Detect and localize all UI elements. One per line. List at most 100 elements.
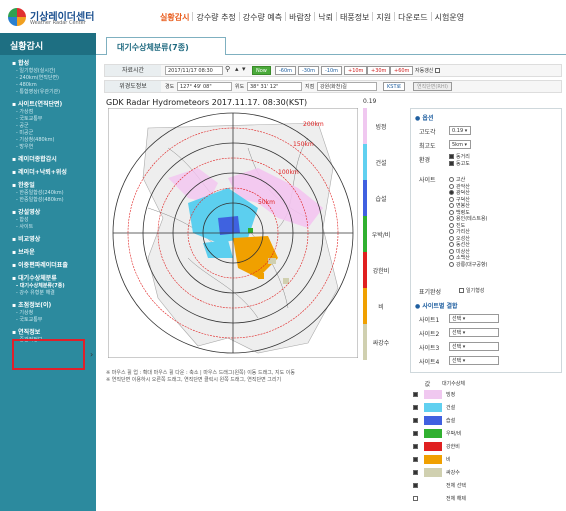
sidebar-item[interactable]: - 합성 [12, 217, 96, 224]
sidebar-item[interactable]: - 미공군 [12, 130, 96, 137]
sidebar-item[interactable]: - 가상점 [12, 109, 96, 116]
sidebar-item[interactable]: - 공군 [12, 123, 96, 130]
site-logo[interactable]: 기상레이더센터 Weather Radar Center [8, 7, 128, 29]
nav-item[interactable]: 실황감시 [160, 12, 189, 23]
step-plus-30-button[interactable]: +30m [367, 66, 391, 75]
class-checkbox[interactable] [413, 431, 418, 436]
class-row[interactable]: 우박/비 [413, 427, 561, 440]
sidebar-group-label[interactable]: ▪ 레이더+낙뢰+위성 [12, 168, 96, 177]
class-row[interactable]: 비 [413, 453, 561, 466]
class-checkbox[interactable] [413, 457, 418, 462]
radio-icon[interactable] [449, 183, 454, 189]
sidebar-group-label[interactable]: ▪ 초점정보(이) [12, 301, 96, 310]
site-radio[interactable]: 강릉(대구공항) [449, 261, 488, 269]
nav-item[interactable]: 바람장 [289, 12, 311, 23]
radio-icon[interactable] [449, 255, 454, 260]
sidebar-item[interactable]: - 기상청(480km) [12, 137, 96, 144]
compare-option[interactable]: 일기형성 [459, 287, 484, 294]
sidebar-item[interactable]: - 방우연 [12, 144, 96, 151]
step-plus-60-button[interactable]: +60m [390, 66, 414, 75]
sidebar-group-label[interactable]: ▪ 합성 [12, 59, 96, 68]
sidebar-item[interactable]: - 일기형성(실시간) [12, 68, 96, 75]
sidebar-item[interactable]: - 기상청 [12, 310, 96, 317]
class-row[interactable]: 습설 [413, 414, 561, 427]
radio-icon[interactable] [449, 261, 454, 267]
class-row[interactable]: 빙정 [413, 388, 561, 401]
radio-icon[interactable] [449, 196, 454, 202]
class-checkbox[interactable] [413, 418, 418, 423]
compare-checkbox[interactable] [459, 288, 464, 293]
sidebar-group-label[interactable]: ▪ 레이더종합감시 [12, 155, 96, 164]
class-checkbox[interactable] [413, 392, 418, 397]
site-radio[interactable]: 용인(테스트용) [449, 216, 488, 223]
sidebar-item[interactable]: - 한중일합성(240km) [12, 190, 96, 197]
multi-site-select[interactable]: 선택 ▾ [449, 314, 499, 323]
sidebar-group-label[interactable]: ▪ 한중일 [12, 181, 96, 190]
sidebar-item[interactable]: - 한중일합성(480km) [12, 197, 96, 204]
nav-item[interactable]: 낙뢰 [318, 12, 333, 23]
auto-refresh-checkbox[interactable] [435, 68, 440, 73]
range-opt-distance-checkbox[interactable] [449, 154, 454, 159]
elev-select[interactable]: 0.19 ▾ [449, 126, 471, 135]
radio-icon[interactable] [449, 229, 454, 234]
radio-icon[interactable] [449, 209, 454, 215]
tab-hydrometeor-7[interactable]: 대기수상체분류(7종) [106, 37, 226, 55]
class-checkbox[interactable] [413, 405, 418, 410]
select-all-row[interactable]: 전체 선택 [413, 479, 561, 492]
sidebar-item[interactable]: - 국토교통부 [12, 317, 96, 324]
sidebar-item[interactable]: - 통합영상(유관기관) [12, 89, 96, 96]
step-plus-10-button[interactable]: +10m [344, 66, 368, 75]
sidebar-group-label[interactable]: ▪ 사이트(연직단면) [12, 100, 96, 109]
sidebar-item[interactable]: - 대기수상체분류(7종) [12, 283, 96, 290]
radio-icon[interactable] [449, 190, 454, 195]
select-all-checkbox[interactable] [413, 483, 418, 488]
range-opt-altitude-checkbox[interactable] [449, 161, 454, 166]
nav-item[interactable]: 시험운영 [435, 12, 464, 23]
clear-all-row[interactable]: 전체 해제 [413, 492, 561, 505]
lat-input[interactable]: 38° 31' 12" [247, 82, 302, 91]
lon-input[interactable]: 127° 49' 08" [177, 82, 232, 91]
sidebar-group-label[interactable]: ▪ 대기수상체분류 [12, 274, 96, 283]
radio-icon[interactable] [449, 248, 454, 254]
radio-icon[interactable] [449, 177, 454, 182]
nav-item[interactable]: 다운로드 [398, 12, 427, 23]
sidebar-item[interactable]: - 강수 유형분 해결 [12, 290, 96, 297]
sidebar-group-label[interactable]: ▪ 비교영상 [12, 235, 96, 244]
alt-select[interactable]: 5km ▾ [449, 140, 471, 149]
auto-refresh-toggle[interactable]: 자동갱신 [415, 67, 442, 74]
range-opt-distance[interactable]: 동거리 [449, 154, 470, 161]
nav-item[interactable]: 강수량 예측 [243, 12, 282, 23]
sidebar-group-label[interactable]: ▪ 연직정보 [12, 328, 96, 337]
place-input[interactable]: 강원(화천)길 [317, 82, 377, 91]
step-minus-60-button[interactable]: -60m [275, 66, 297, 75]
clear-all-checkbox[interactable] [413, 496, 418, 501]
step-minus-30-button[interactable]: -30m [298, 66, 320, 75]
multi-site-select[interactable]: 선택 ▾ [449, 356, 499, 365]
time-input[interactable]: 2017/11/17 08:30 [165, 66, 223, 75]
sidebar-item[interactable]: - 480km [12, 82, 96, 89]
radio-icon[interactable] [449, 222, 454, 228]
radio-icon[interactable] [449, 216, 454, 221]
radio-icon[interactable] [449, 242, 454, 247]
class-checkbox[interactable] [413, 470, 418, 475]
nav-item[interactable]: 태풍정보 [340, 12, 369, 23]
radio-icon[interactable] [449, 235, 454, 241]
rhi-button[interactable]: 연직단면(RHI) [413, 82, 453, 91]
now-button[interactable]: Now [252, 66, 271, 75]
class-row[interactable]: 강한비 [413, 440, 561, 453]
radar-map[interactable]: 50km 100km 150km 200km [108, 108, 358, 358]
sidebar-item[interactable]: - 사이트 [12, 224, 96, 231]
class-row[interactable]: 싸강수 [413, 466, 561, 479]
kst-button[interactable]: KST로 [383, 82, 406, 91]
search-icon[interactable]: ⚲ [225, 65, 230, 73]
nav-item[interactable]: 강수량 추정 [196, 12, 235, 23]
sidebar-item[interactable]: - 240km(연직단면) [12, 75, 96, 82]
chevron-up-icon[interactable]: ▴ [235, 65, 239, 73]
class-checkbox[interactable] [413, 444, 418, 449]
class-row[interactable]: 건설 [413, 401, 561, 414]
sidebar-group-label[interactable]: ▪ 브라운 [12, 248, 96, 257]
multi-site-select[interactable]: 선택 ▾ [449, 342, 499, 351]
nav-item[interactable]: 지원 [376, 12, 391, 23]
range-opt-altitude[interactable]: 동고도 [449, 161, 470, 168]
multi-site-select[interactable]: 선택 ▾ [449, 328, 499, 337]
